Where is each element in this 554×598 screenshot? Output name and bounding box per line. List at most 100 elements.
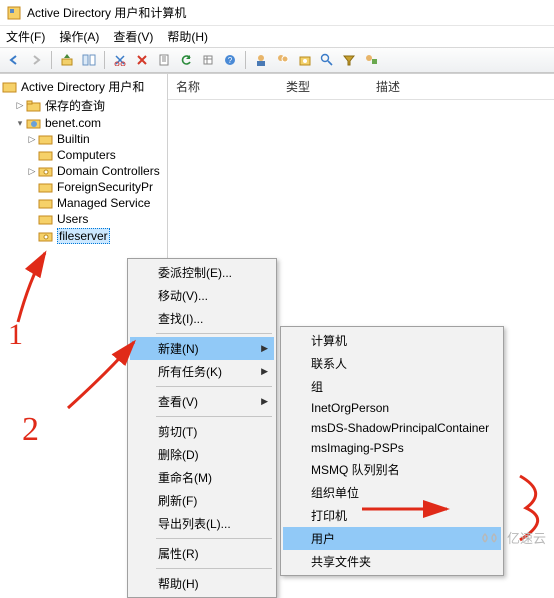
- folder-icon: [38, 132, 54, 146]
- show-hide-button[interactable]: [79, 50, 99, 70]
- ctx-view[interactable]: 查看(V)▶: [130, 390, 274, 413]
- folder-icon: [38, 212, 54, 226]
- new-ou-button[interactable]: [295, 50, 315, 70]
- menu-action[interactable]: 操作(A): [59, 28, 99, 45]
- toolbar-separator: [245, 51, 246, 69]
- tree-label: Computers: [57, 148, 116, 162]
- context-menu[interactable]: 委派控制(E)... 移动(V)... 查找(I)... 新建(N)▶ 所有任务…: [127, 258, 277, 598]
- tree-managed-svc[interactable]: Managed Service: [0, 195, 167, 211]
- tree-label: Managed Service: [57, 196, 150, 210]
- tree-foreign-sp[interactable]: ForeignSecurityPr: [0, 179, 167, 195]
- tree-label: benet.com: [45, 116, 101, 130]
- ctx-delegate[interactable]: 委派控制(E)...: [130, 261, 274, 284]
- collapse-icon[interactable]: ▾: [14, 118, 26, 129]
- window-title: Active Directory 用户和计算机: [27, 4, 186, 21]
- filter-button[interactable]: [339, 50, 359, 70]
- ctx-properties[interactable]: 属性(R): [130, 542, 274, 565]
- ctx-separator: [156, 538, 272, 539]
- watermark-icon: [481, 531, 503, 545]
- menu-view[interactable]: 查看(V): [113, 28, 153, 45]
- ctx-help[interactable]: 帮助(H): [130, 572, 274, 595]
- sub-computer[interactable]: 计算机: [283, 329, 501, 352]
- col-name[interactable]: 名称: [168, 78, 278, 95]
- toolbar-separator: [51, 51, 52, 69]
- tree-users[interactable]: Users: [0, 211, 167, 227]
- submenu-arrow-icon: ▶: [261, 396, 268, 407]
- submenu-arrow-icon: ▶: [261, 366, 268, 377]
- ctx-cut[interactable]: 剪切(T): [130, 420, 274, 443]
- sub-printer[interactable]: 打印机: [283, 504, 501, 527]
- submenu-new[interactable]: 计算机 联系人 组 InetOrgPerson msDS-ShadowPrinc…: [280, 326, 504, 576]
- new-group-button[interactable]: [273, 50, 293, 70]
- folder-icon: [26, 99, 42, 113]
- titlebar: Active Directory 用户和计算机: [0, 0, 554, 26]
- folder-icon: [38, 196, 54, 210]
- tree-label: ForeignSecurityPr: [57, 180, 153, 194]
- ctx-export[interactable]: 导出列表(L)...: [130, 512, 274, 535]
- ctx-rename[interactable]: 重命名(M): [130, 466, 274, 489]
- ou-icon: [38, 164, 54, 178]
- properties-button[interactable]: [154, 50, 174, 70]
- export-button[interactable]: [198, 50, 218, 70]
- sub-msmq[interactable]: MSMQ 队列别名: [283, 458, 501, 481]
- col-type[interactable]: 类型: [278, 78, 368, 95]
- refresh-button[interactable]: [176, 50, 196, 70]
- folder-icon: [38, 148, 54, 162]
- tree-domain[interactable]: ▾ benet.com: [0, 115, 167, 131]
- watermark-text: 亿速云: [507, 528, 546, 547]
- find-button[interactable]: [317, 50, 337, 70]
- list-header: 名称 类型 描述: [168, 74, 554, 100]
- menu-file[interactable]: 文件(F): [6, 28, 45, 45]
- sub-user[interactable]: 用户: [283, 527, 501, 550]
- ctx-refresh[interactable]: 刷新(F): [130, 489, 274, 512]
- sub-msds-shadow[interactable]: msDS-ShadowPrincipalContainer: [283, 418, 501, 438]
- sub-msimaging[interactable]: msImaging-PSPs: [283, 438, 501, 458]
- delete-button[interactable]: [132, 50, 152, 70]
- new-user-button[interactable]: [251, 50, 271, 70]
- app-icon: [6, 5, 22, 21]
- aduc-root-icon: [2, 80, 18, 94]
- ctx-find[interactable]: 查找(I)...: [130, 307, 274, 330]
- nav-forward-button[interactable]: [26, 50, 46, 70]
- folder-icon: [38, 180, 54, 194]
- ctx-separator: [156, 568, 272, 569]
- sub-ou[interactable]: 组织单位: [283, 481, 501, 504]
- expand-icon[interactable]: ▷: [14, 100, 26, 111]
- ctx-separator: [156, 386, 272, 387]
- expand-icon[interactable]: ▷: [26, 166, 38, 177]
- tree-computers[interactable]: Computers: [0, 147, 167, 163]
- svg-text:?: ?: [228, 56, 233, 65]
- ctx-move[interactable]: 移动(V)...: [130, 284, 274, 307]
- toolbar-separator: [104, 51, 105, 69]
- ctx-delete[interactable]: 删除(D): [130, 443, 274, 466]
- help-button[interactable]: ?: [220, 50, 240, 70]
- tree-label: Domain Controllers: [57, 164, 160, 178]
- tree-builtin[interactable]: ▷ Builtin: [0, 131, 167, 147]
- up-button[interactable]: [57, 50, 77, 70]
- col-desc[interactable]: 描述: [368, 78, 554, 95]
- tree-label: Users: [57, 212, 88, 226]
- sub-contact[interactable]: 联系人: [283, 352, 501, 375]
- sub-group[interactable]: 组: [283, 375, 501, 398]
- ctx-new[interactable]: 新建(N)▶: [130, 337, 274, 360]
- tree-label: 保存的查询: [45, 97, 105, 114]
- submenu-arrow-icon: ▶: [261, 343, 268, 354]
- tree-root[interactable]: Active Directory 用户和: [0, 77, 167, 96]
- menu-help[interactable]: 帮助(H): [167, 28, 208, 45]
- tree-label: fileserver: [57, 228, 110, 244]
- toolbar: ?: [0, 47, 554, 73]
- sub-inetorg[interactable]: InetOrgPerson: [283, 398, 501, 418]
- tree-saved-queries[interactable]: ▷ 保存的查询: [0, 96, 167, 115]
- sub-shared-folder[interactable]: 共享文件夹: [283, 550, 501, 573]
- domain-icon: [26, 116, 42, 130]
- tree-fileserver[interactable]: fileserver: [0, 227, 167, 245]
- nav-back-button[interactable]: [4, 50, 24, 70]
- add-to-group-button[interactable]: [361, 50, 381, 70]
- tree-root-label: Active Directory 用户和: [21, 78, 144, 95]
- cut-button[interactable]: [110, 50, 130, 70]
- ctx-separator: [156, 416, 272, 417]
- expand-icon[interactable]: ▷: [26, 134, 38, 145]
- tree-domain-controllers[interactable]: ▷ Domain Controllers: [0, 163, 167, 179]
- ctx-all-tasks[interactable]: 所有任务(K)▶: [130, 360, 274, 383]
- ctx-separator: [156, 333, 272, 334]
